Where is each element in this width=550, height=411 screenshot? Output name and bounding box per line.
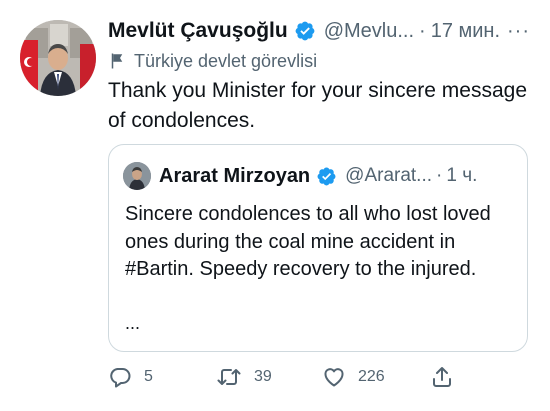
quoted-tweet-time[interactable]: 1 ч.	[446, 165, 477, 187]
tweet-text: Thank you Minister for your sincere mess…	[108, 79, 528, 132]
affiliation-label: Türkiye devlet görevlisi	[108, 48, 317, 74]
hashtag-link[interactable]: #Bartin	[125, 258, 188, 280]
share-button[interactable]	[430, 362, 466, 392]
avatar-photo	[20, 20, 96, 96]
author-name[interactable]: Mevlüt Çavuşoğlu	[108, 19, 288, 43]
retweet-count: 39	[254, 368, 272, 385]
quoted-verified-badge-icon	[316, 166, 337, 187]
retweet-icon	[217, 369, 241, 385]
reply-button[interactable]: 5	[108, 362, 153, 392]
retweet-button[interactable]: 39	[216, 362, 272, 392]
like-count: 226	[358, 368, 385, 385]
reply-count: 5	[144, 368, 153, 385]
quoted-author-avatar	[123, 162, 151, 190]
separator-dot: ·	[419, 19, 426, 42]
more-options-icon[interactable]: ···	[507, 20, 530, 43]
quoted-text-part-2: . Speedy recovery to the injured.	[188, 258, 477, 280]
quoted-tweet-header: Ararat Mirzoyan @Ararat... · 1 ч.	[123, 161, 517, 191]
quoted-separator-dot: ·	[436, 165, 443, 186]
quoted-tweet-text: Sincere condolences to all who lost love…	[125, 201, 511, 284]
author-avatar[interactable]	[20, 20, 96, 96]
reply-icon	[110, 368, 131, 388]
affiliation-text: Türkiye devlet görevlisi	[134, 50, 318, 71]
quoted-author-handle[interactable]: @Ararat...	[345, 165, 432, 187]
verified-badge-icon	[294, 20, 316, 42]
quoted-text-ellipsis: ...	[125, 313, 141, 333]
tweet-time[interactable]: 17 мин.	[431, 20, 500, 43]
quoted-author-name[interactable]: Ararat Mirzoyan	[159, 165, 310, 188]
quoted-tweet[interactable]: Ararat Mirzoyan @Ararat... · 1 ч. Sincer…	[108, 144, 528, 352]
tweet-actions: 5 39 226	[108, 362, 468, 392]
like-button[interactable]: 226	[322, 362, 385, 392]
heart-icon	[324, 368, 344, 387]
quoted-text-part-1: Sincere condolences to all who lost love…	[125, 203, 491, 253]
tweet-header: Mevlüt Çavuşoğlu @Mevlu... · 17 мин. ···	[108, 16, 530, 46]
author-handle[interactable]: @Mevlu...	[324, 20, 414, 43]
flag-icon	[108, 52, 126, 70]
share-icon	[433, 367, 451, 387]
